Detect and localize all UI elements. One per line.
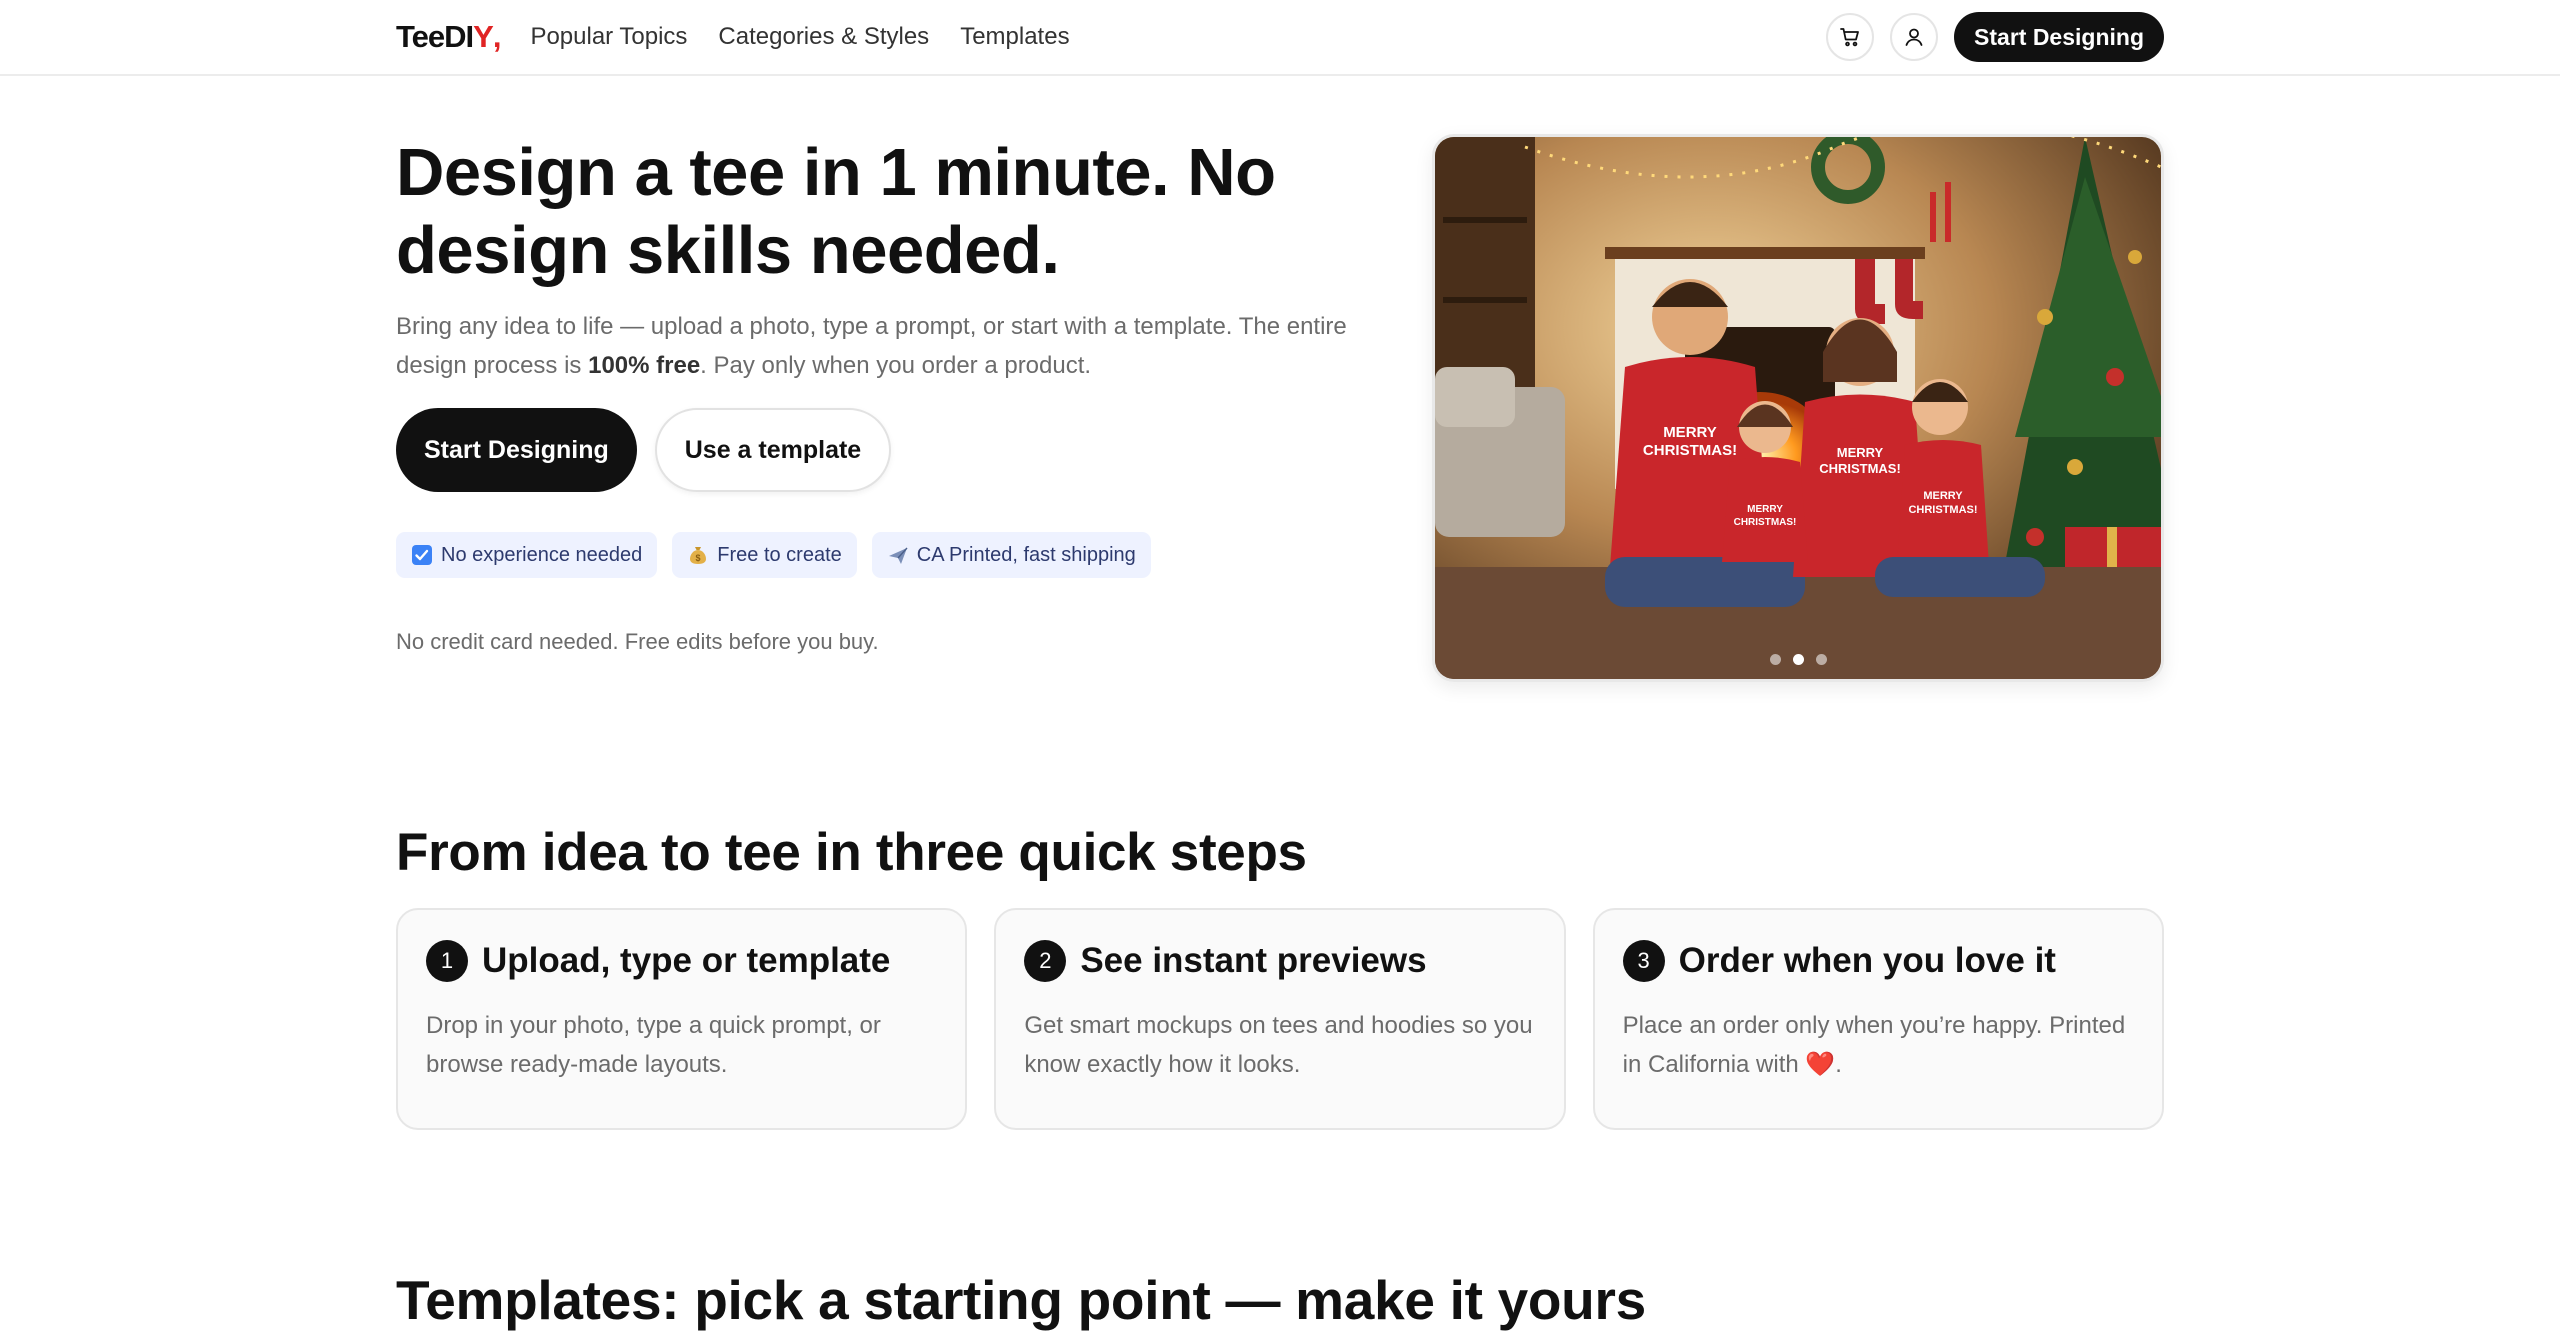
templates-section-title: Templates: pick a starting point — make … — [396, 1269, 1646, 1331]
carousel-dot[interactable] — [1769, 654, 1781, 665]
logo-accent: Y — [473, 19, 494, 54]
logo[interactable]: TeeDI Y, — [396, 19, 502, 55]
svg-text:$: $ — [696, 553, 701, 563]
hero-note: No credit card needed. Free edits before… — [396, 629, 879, 654]
carousel-dot[interactable] — [1815, 654, 1827, 665]
site-header: TeeDI Y, Popular Topics Categories & Styl… — [0, 0, 2560, 76]
step-title: Upload, type or template — [482, 941, 891, 980]
step-card: 2 See instant previews Get smart mockups… — [994, 908, 1566, 1130]
logo-tail: , — [492, 19, 502, 54]
step-number: 2 — [1024, 940, 1067, 982]
step-description: Get smart mockups on tees and hoodies so… — [1024, 1012, 1533, 1078]
badge-label: No experience needed — [441, 543, 643, 566]
carousel-dot-active[interactable] — [1792, 654, 1804, 665]
carousel-dots — [1435, 654, 2161, 665]
steps-list: 1 Upload, type or template Drop in your … — [396, 908, 2164, 1130]
step-header: 3 Order when you love it — [1622, 940, 2134, 982]
shirt-text: MERRY — [1923, 490, 1963, 502]
hero-subtitle-part-2: . Pay only when you order a product. — [700, 352, 1092, 379]
nav-categories-styles[interactable]: Categories & Styles — [718, 23, 929, 51]
badge-label: Free to create — [717, 543, 842, 566]
hero-image: MERRY CHRISTMAS! MERRY CHRISTMAS! MERRY … — [1435, 137, 2161, 679]
shirt-text: CHRISTMAS! — [1819, 461, 1901, 476]
step-card: 3 Order when you love it Place an order … — [1592, 908, 2164, 1130]
badge-label: CA Printed, fast shipping — [916, 543, 1136, 566]
user-icon — [1905, 28, 1923, 46]
logo-text: TeeDI — [396, 19, 474, 54]
step-card: 1 Upload, type or template Drop in your … — [396, 908, 968, 1130]
hero-carousel[interactable]: MERRY CHRISTMAS! MERRY CHRISTMAS! MERRY … — [1432, 134, 2164, 682]
nav-popular-topics[interactable]: Popular Topics — [530, 23, 687, 51]
step-header: 2 See instant previews — [1024, 940, 1535, 982]
cart-icon — [1840, 28, 1859, 47]
shirt-text: CHRISTMAS! — [1734, 517, 1797, 528]
use-template-button[interactable]: Use a template — [654, 408, 892, 492]
step-header: 1 Upload, type or template — [426, 940, 937, 982]
badge-no-experience: No experience needed — [396, 532, 658, 578]
feature-badges: No experience needed $ Free to create CA… — [396, 532, 1151, 578]
shirt-text: MERRY — [1663, 424, 1717, 441]
step-title: Order when you love it — [1678, 941, 2056, 980]
step-description: Drop in your photo, type a quick prompt,… — [426, 1012, 881, 1078]
header-inner: TeeDI Y, Popular Topics Categories & Styl… — [396, 0, 2164, 74]
hero-buttons: Start Designing Use a template — [396, 408, 892, 492]
main-nav: Popular Topics Categories & Styles Templ… — [530, 23, 1069, 51]
airplane-icon — [887, 544, 909, 566]
header-actions: Start Designing — [1826, 12, 2164, 62]
hero-subtitle: Bring any idea to life — upload a photo,… — [396, 307, 1396, 385]
check-box-icon — [411, 544, 433, 566]
shirt-text: CHRISTMAS! — [1643, 442, 1737, 459]
money-bag-icon: $ — [687, 544, 709, 566]
nav-templates[interactable]: Templates — [960, 23, 1069, 51]
hero-subtitle-bold: 100% free — [588, 352, 701, 379]
step-description: Place an order only when you’re happy. P… — [1622, 1012, 2126, 1078]
hero-title: Design a tee in 1 minute. No design skil… — [396, 135, 1276, 288]
cart-button[interactable] — [1826, 13, 1875, 61]
step-number: 1 — [426, 940, 468, 982]
steps-section-title: From idea to tee in three quick steps — [396, 823, 1307, 882]
shirt-text: MERRY — [1837, 445, 1884, 460]
step-number: 3 — [1622, 940, 1665, 982]
start-designing-button[interactable]: Start Designing — [396, 408, 637, 492]
step-title: See instant previews — [1080, 941, 1427, 980]
shirt-text: MERRY — [1747, 504, 1783, 515]
account-button[interactable] — [1890, 13, 1939, 61]
badge-ca-printed: CA Printed, fast shipping — [871, 532, 1151, 578]
badge-free-to-create: $ Free to create — [672, 532, 857, 578]
shirt-text: CHRISTMAS! — [1908, 504, 1977, 516]
header-start-designing-button[interactable]: Start Designing — [1954, 12, 2164, 62]
